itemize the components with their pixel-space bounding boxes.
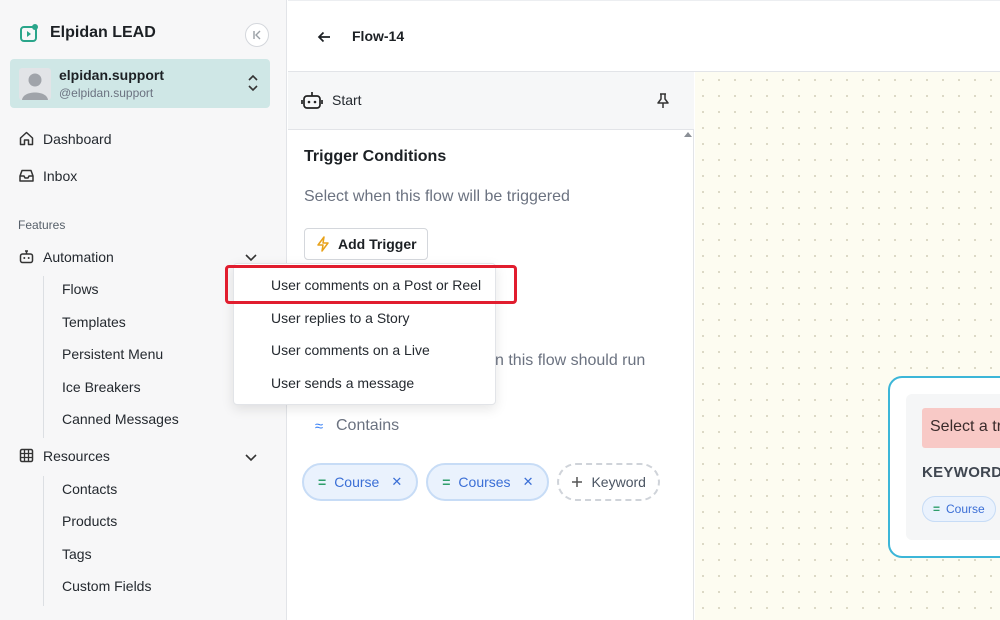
- account-name: elpidan.support: [59, 67, 164, 83]
- chevron-down-icon[interactable]: [244, 453, 258, 463]
- flow-canvas[interactable]: Select a trigger KEYWORDS = Course: [695, 72, 1000, 620]
- flow-title: Flow-14: [352, 28, 405, 44]
- match-type-description: n this flow should run: [495, 352, 646, 369]
- highlight-box: [225, 265, 517, 304]
- sidebar-item-ice-breakers[interactable]: Ice Breakers: [62, 379, 141, 395]
- sidebar-item-custom-fields[interactable]: Custom Fields: [62, 578, 151, 594]
- sidebar-item-products[interactable]: Products: [62, 513, 117, 529]
- menu-item-story-reply[interactable]: User replies to a Story: [271, 310, 410, 326]
- sidebar-item-persistent-menu[interactable]: Persistent Menu: [62, 346, 163, 362]
- start-node[interactable]: Select a trigger KEYWORDS = Course: [888, 376, 1000, 558]
- start-node-body: Select a trigger KEYWORDS = Course: [906, 394, 1000, 540]
- grid-icon: [19, 448, 34, 463]
- node-keyword-chip: = Course: [922, 496, 996, 522]
- collapse-sidebar-button[interactable]: [245, 23, 269, 47]
- keywords-label: KEYWORDS: [922, 464, 1000, 481]
- sidebar-item-templates[interactable]: Templates: [62, 314, 126, 330]
- keyword-chips: = Course ✕ = Courses ✕ Keyword: [302, 463, 660, 501]
- user-avatar-icon: [22, 73, 48, 100]
- sidebar-item-contacts[interactable]: Contacts: [62, 481, 117, 497]
- node-keyword-chip-label: Course: [946, 502, 985, 516]
- sidebar-item-flows[interactable]: Flows: [62, 281, 99, 297]
- logo-icon: [20, 24, 38, 42]
- menu-item-live-comment[interactable]: User comments on a Live: [271, 342, 430, 358]
- robot-icon: [19, 250, 34, 264]
- equals-icon: =: [442, 474, 451, 490]
- nav-inbox-label: Inbox: [43, 167, 78, 184]
- keyword-chip[interactable]: = Courses ✕: [426, 463, 550, 501]
- add-trigger-button[interactable]: Add Trigger: [304, 228, 428, 260]
- automation-tree-line: [43, 276, 44, 438]
- start-label: Start: [332, 92, 362, 108]
- chevron-up-down-icon: [248, 74, 258, 92]
- home-icon: [19, 131, 34, 146]
- equals-icon: =: [933, 502, 941, 516]
- sidebar-item-tags[interactable]: Tags: [62, 546, 92, 562]
- account-switcher[interactable]: elpidan.support @elpidan.support: [10, 59, 270, 108]
- equals-icon: =: [318, 474, 327, 490]
- close-icon[interactable]: ✕: [391, 474, 402, 490]
- match-option-contains[interactable]: ≈ Contains: [312, 417, 399, 435]
- nav-inbox[interactable]: Inbox: [18, 167, 77, 184]
- pin-icon[interactable]: [656, 92, 670, 110]
- trigger-conditions-title: Trigger Conditions: [304, 148, 447, 165]
- back-arrow-icon[interactable]: [316, 29, 332, 45]
- account-handle: @elpidan.support: [59, 86, 154, 100]
- match-option-contains-label: Contains: [336, 417, 400, 434]
- chevron-down-icon[interactable]: [244, 253, 258, 263]
- sidebar-item-canned-messages[interactable]: Canned Messages: [62, 411, 179, 427]
- trigger-warning: Select a trigger: [922, 408, 1000, 448]
- start-node-header: Start: [288, 72, 694, 130]
- keyword-chip-label: Course: [334, 474, 380, 490]
- resources-tree-line: [43, 476, 44, 606]
- add-trigger-label: Add Trigger: [338, 236, 417, 252]
- nav-resources[interactable]: Resources: [18, 447, 110, 464]
- add-keyword-label: Keyword: [591, 474, 646, 490]
- scroll-up-arrow[interactable]: [684, 132, 692, 137]
- keyword-chip-label: Courses: [458, 474, 511, 490]
- nav-resources-label: Resources: [43, 447, 110, 464]
- nav-dashboard-label: Dashboard: [43, 130, 112, 147]
- avatar: [19, 68, 51, 100]
- brand-name: Elpidan LEAD: [50, 24, 156, 41]
- brand[interactable]: Elpidan LEAD: [18, 22, 156, 44]
- approx-icon: ≈: [314, 417, 324, 435]
- inbox-icon: [19, 169, 34, 182]
- nav-automation[interactable]: Automation: [18, 248, 114, 265]
- menu-item-send-message[interactable]: User sends a message: [271, 375, 414, 391]
- collapse-left-icon: [253, 30, 261, 40]
- plus-icon: [572, 477, 583, 487]
- nav-automation-label: Automation: [43, 248, 114, 265]
- nav-dashboard[interactable]: Dashboard: [18, 130, 112, 147]
- flow-header: Flow-14: [288, 0, 1000, 72]
- add-keyword-button[interactable]: Keyword: [557, 463, 660, 501]
- close-icon[interactable]: ✕: [523, 474, 534, 490]
- robot-icon: [301, 92, 323, 109]
- keyword-chip[interactable]: = Course ✕: [302, 463, 419, 501]
- lightning-icon: [317, 236, 329, 252]
- features-label: Features: [18, 218, 66, 232]
- trigger-conditions-subtitle: Select when this flow will be triggered: [304, 188, 570, 205]
